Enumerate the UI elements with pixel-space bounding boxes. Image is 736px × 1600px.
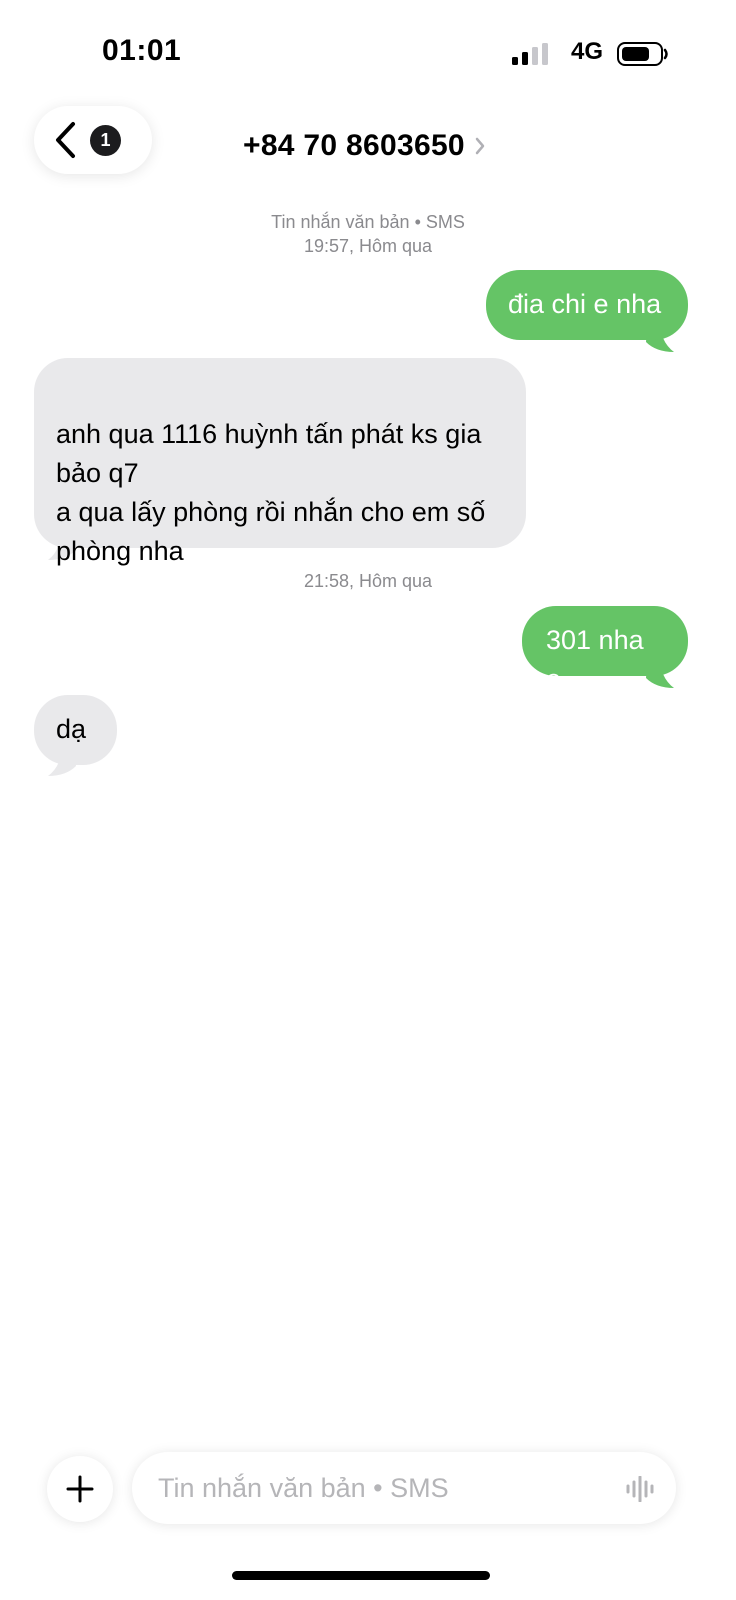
message-text: 301 nha e [546,625,644,694]
message-composer[interactable] [132,1452,676,1524]
message-bubble-incoming[interactable]: dạ [34,695,117,765]
cellular-signal-icon [512,43,548,65]
contact-title: +84 70 8603650 [243,129,465,162]
timestamp: 19:57, Hôm qua [303,236,433,256]
contact-header[interactable]: +84 70 8603650 [243,126,485,166]
message-input[interactable] [158,1466,598,1510]
message-bubble-outgoing[interactable]: 301 nha e [522,606,688,694]
back-button[interactable]: 1 [34,106,152,174]
unread-count-badge: 1 [90,125,121,156]
waveform-icon[interactable] [625,1476,657,1502]
message-text: dạ [56,714,87,744]
status-time: 01:01 [102,34,182,67]
home-indicator [232,1571,490,1580]
service-label: Tin nhắn văn bản • SMS [271,212,465,232]
network-type: 4G [571,38,604,65]
chevron-left-icon [56,122,75,158]
chevron-right-icon [475,137,485,155]
battery-icon [617,42,668,66]
message-bubble-outgoing[interactable]: đia chi e nha [486,270,688,340]
add-attachment-button[interactable] [47,1456,113,1522]
message-text: anh qua 1116 huỳnh tấn phát ks gia bảo q… [56,419,486,566]
message-text: đia chi e nha [508,289,662,319]
timestamp: 21:58, Hôm qua [303,571,433,591]
plus-icon [66,1475,94,1503]
message-bubble-incoming[interactable]: anh qua 1116 huỳnh tấn phát ks gia bảo q… [34,358,526,566]
